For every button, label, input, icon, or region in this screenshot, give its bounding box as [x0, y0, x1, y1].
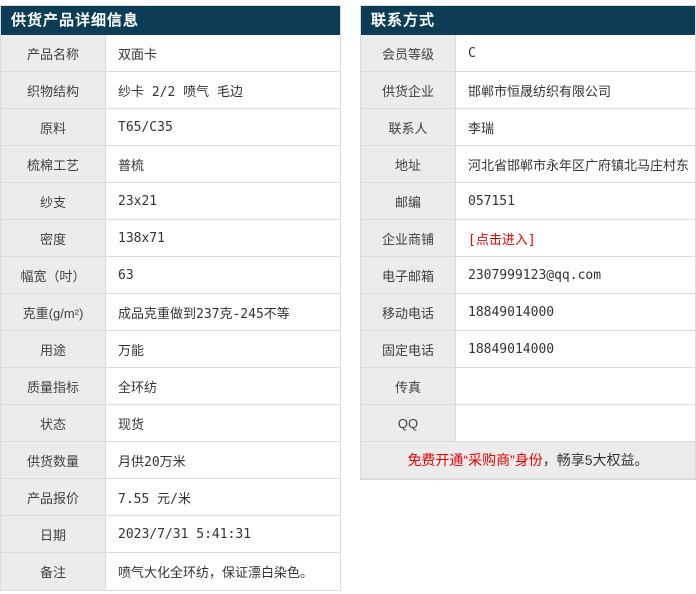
row-value: 63	[118, 267, 134, 283]
row-label: 织物结构	[1, 72, 106, 108]
row-value: 纱卡 2/2 喷气 毛边	[118, 84, 243, 100]
row-label: 备注	[1, 553, 106, 590]
row-label: 质量指标	[1, 368, 106, 404]
row-value: [点击进入]	[456, 220, 695, 256]
row-label: 密度	[1, 220, 106, 256]
row-value: 2023/7/31 5:41:31	[118, 526, 252, 542]
buyer-promo-row: 免费开通“采购商”身份 ，畅享5大权益。	[361, 442, 695, 479]
row-weight-gsm: 克重(g/m²) 成品克重做到237克-245不等	[1, 294, 340, 331]
product-details-panel: 供货产品详细信息 产品名称 双面卡 织物结构 纱卡 2/2 喷气 毛边 原料 T…	[0, 5, 341, 591]
row-remarks: 备注 喷气大化全环纺，保证漂白染色。	[1, 553, 340, 590]
row-label: 梳棉工艺	[1, 146, 106, 182]
row-address: 地址 河北省邯郸市永年区广府镇北马庄村东	[361, 146, 695, 183]
row-member-level: 会员等级 C	[361, 35, 695, 72]
row-value: 7.55 元/米	[118, 491, 191, 507]
row-label: 联系人	[361, 109, 456, 145]
row-value: 双面卡	[118, 47, 158, 63]
row-date: 日期 2023/7/31 5:41:31	[1, 516, 340, 553]
row-carding-process: 梳棉工艺 普梳	[1, 146, 340, 183]
row-label: 会员等级	[361, 35, 456, 71]
row-value: 全环纺	[118, 380, 158, 396]
row-label: 克重(g/m²)	[1, 294, 106, 330]
row-label: QQ	[361, 405, 456, 441]
buyer-promo-text: ，畅享5大权益。	[542, 452, 649, 468]
row-qq: QQ	[361, 405, 695, 442]
row-raw-material: 原料 T65/C35	[1, 109, 340, 146]
row-usage: 用途 万能	[1, 331, 340, 368]
row-label: 电子邮箱	[361, 257, 456, 293]
row-value: 138x71	[118, 230, 165, 246]
row-value: 河北省邯郸市永年区广府镇北马庄村东	[468, 158, 690, 174]
row-label: 原料	[1, 109, 106, 145]
row-value: 万能	[118, 343, 145, 359]
row-contact-person: 联系人 李瑞	[361, 109, 695, 146]
row-value	[456, 405, 695, 441]
row-label: 幅宽（吋）	[1, 257, 106, 293]
row-value: 邯郸市恒晟纺织有限公司	[468, 84, 612, 100]
row-value: 李瑞	[468, 121, 495, 137]
row-value: 18849014000	[468, 341, 555, 357]
row-fabric-structure: 织物结构 纱卡 2/2 喷气 毛边	[1, 72, 340, 109]
row-supply-quantity: 供货数量 月供20万米	[1, 442, 340, 479]
row-label: 日期	[1, 516, 106, 552]
row-value: 成品克重做到237克-245不等	[118, 306, 290, 322]
row-density: 密度 138x71	[1, 220, 340, 257]
row-value: 23x21	[118, 193, 158, 209]
row-product-price: 产品报价 7.55 元/米	[1, 479, 340, 516]
row-postal-code: 邮编 057151	[361, 183, 695, 220]
supplier-product-page: 供货产品详细信息 产品名称 双面卡 织物结构 纱卡 2/2 喷气 毛边 原料 T…	[0, 0, 696, 591]
row-email: 电子邮箱 2307999123@qq.com	[361, 257, 695, 294]
row-product-name: 产品名称 双面卡	[1, 35, 340, 72]
row-label: 产品名称	[1, 35, 106, 71]
panel-title: 联系方式	[361, 6, 695, 35]
row-label: 用途	[1, 331, 106, 367]
row-label: 供货数量	[1, 442, 106, 478]
row-width-inch: 幅宽（吋） 63	[1, 257, 340, 294]
row-status: 状态 现货	[1, 405, 340, 442]
row-label: 企业商铺	[361, 220, 456, 256]
row-value: 18849014000	[468, 304, 555, 320]
row-label: 纱支	[1, 183, 106, 219]
row-fax: 传真	[361, 368, 695, 405]
row-label: 移动电话	[361, 294, 456, 330]
shop-enter-link[interactable]: [点击进入]	[468, 229, 536, 248]
open-buyer-account-link[interactable]: 免费开通“采购商”身份	[407, 450, 542, 470]
row-label: 产品报价	[1, 479, 106, 515]
row-value: 057151	[468, 193, 515, 209]
row-label: 邮编	[361, 183, 456, 219]
row-label: 地址	[361, 146, 456, 182]
row-value: 2307999123@qq.com	[468, 267, 602, 283]
row-yarn-count: 纱支 23x21	[1, 183, 340, 220]
row-value: 现货	[118, 417, 145, 433]
row-label: 供货企业	[361, 72, 456, 108]
row-value: 喷气大化全环纺，保证漂白染色。	[118, 566, 314, 581]
product-details-table: 产品名称 双面卡 织物结构 纱卡 2/2 喷气 毛边 原料 T65/C35 梳棉…	[1, 35, 340, 590]
row-value: 普梳	[118, 158, 145, 174]
contact-info-panel: 联系方式 会员等级 C 供货企业 邯郸市恒晟纺织有限公司 联系人 李瑞 地址 河…	[360, 5, 696, 480]
row-label: 传真	[361, 368, 456, 404]
row-quality-index: 质量指标 全环纺	[1, 368, 340, 405]
contact-info-table: 会员等级 C 供货企业 邯郸市恒晟纺织有限公司 联系人 李瑞 地址 河北省邯郸市…	[361, 35, 695, 479]
row-supplier-company: 供货企业 邯郸市恒晟纺织有限公司	[361, 72, 695, 109]
row-value: T65/C35	[118, 119, 173, 135]
row-label: 状态	[1, 405, 106, 441]
row-fixed-phone: 固定电话 18849014000	[361, 331, 695, 368]
row-label: 固定电话	[361, 331, 456, 367]
row-company-shop: 企业商铺 [点击进入]	[361, 220, 695, 257]
row-value	[456, 368, 695, 404]
panel-title: 供货产品详细信息	[1, 6, 340, 35]
row-value: 月供20万米	[118, 454, 186, 470]
row-mobile-phone: 移动电话 18849014000	[361, 294, 695, 331]
row-value: C	[468, 45, 476, 61]
